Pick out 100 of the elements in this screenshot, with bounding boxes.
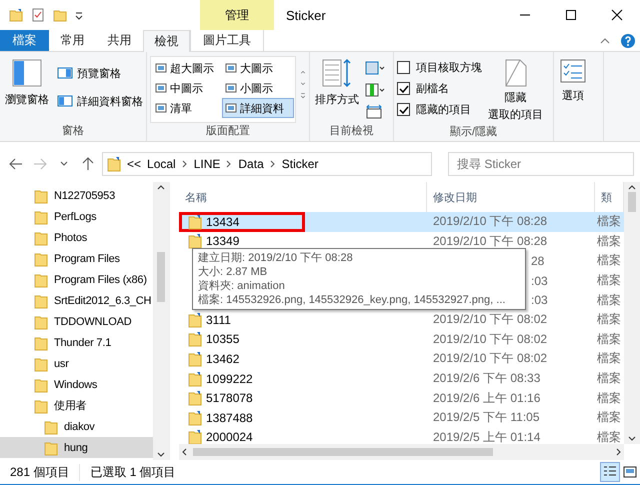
tooltip-line: 檔案: 145532926.png, 145532926_key.png, 145532927.png, ... [198, 293, 506, 307]
file-row[interactable]: 10355 2019/2/10 下午 08:02 檔案 [179, 330, 624, 350]
tree-item[interactable]: usr [0, 353, 153, 374]
tree-item[interactable]: SrtEdit2012_6.3_CH [0, 290, 153, 311]
tree-item[interactable]: diakov [0, 416, 153, 437]
layout-option[interactable]: 大圖示 [222, 58, 294, 78]
folder-icon [34, 272, 48, 288]
date-cell-text: 2019/2/10 下午 08:02 [433, 330, 548, 348]
breadcrumb[interactable]: Local [147, 157, 176, 171]
chevron-icon [226, 160, 232, 168]
details-pane-button[interactable]: 詳細資料窗格 [55, 92, 145, 110]
folder-icon [34, 292, 48, 308]
checkbox[interactable] [397, 61, 410, 74]
view-icon [225, 102, 237, 114]
type-cell-text: 檔案 [596, 232, 622, 250]
date-cell-text: 28 [531, 252, 546, 270]
breadcrumb[interactable]: Data [238, 157, 264, 171]
file-row[interactable]: 5178078 2019/2/6 上午 01:16 檔案 [179, 388, 624, 408]
properties-icon [30, 7, 46, 23]
sort-button[interactable]: 排序方式 [313, 56, 361, 123]
breadcrumb[interactable]: LINE [194, 157, 220, 171]
search-field[interactable]: 搜尋 Sticker [448, 152, 634, 176]
folder-icon [188, 233, 202, 250]
file-row[interactable]: 2000024 2019/2/5 上午 01:14 檔案 [179, 428, 624, 444]
type-cell-text: 檔案 [596, 330, 622, 348]
ribbon-tab[interactable]: 圖片工具 [190, 30, 264, 51]
tree-item[interactable]: 使用者 [0, 395, 153, 416]
file-row[interactable]: 13349 2019/2/10 下午 08:28 檔案 [179, 232, 624, 252]
type-cell-text: 檔案 [596, 428, 622, 444]
preview-pane-button[interactable]: 預覽窗格 [55, 64, 145, 82]
breadcrumb[interactable]: Sticker [282, 157, 318, 171]
details-view-button[interactable] [600, 462, 620, 482]
tree-item[interactable]: PerfLogs [0, 206, 153, 227]
view-icon [225, 62, 237, 74]
group-label: 窗格 [61, 124, 85, 139]
date-cell-text: 2019/2/6 上午 01:16 [433, 390, 542, 407]
date-cell-text: 2019/2/6 下午 08:33 [433, 370, 542, 388]
scrollbar-thumb[interactable] [628, 192, 636, 212]
overflow-chevron[interactable]: << [127, 157, 142, 171]
checkbox[interactable] [397, 103, 410, 116]
address-bar[interactable]: << Local LINE Data Sticker [102, 152, 432, 176]
ribbon-tab[interactable]: 常用 [49, 30, 96, 51]
scrollbar-thumb[interactable] [193, 448, 493, 456]
option-checkbox[interactable]: 副檔名 [397, 80, 482, 97]
folder-icon [44, 440, 58, 456]
layout-option[interactable]: 小圖示 [222, 78, 294, 98]
tree-item[interactable]: N122705953 [0, 185, 153, 206]
date-cell-text: 2019/2/10 下午 08:28 [433, 232, 548, 250]
file-row[interactable]: 1387488 2019/2/5 下午 11:05 檔案 [179, 408, 624, 428]
folder-icon [44, 418, 58, 434]
file-row[interactable]: 3111 2019/2/10 下午 08:02 檔案 [179, 310, 624, 330]
ribbon-tab[interactable]: 檢視 [143, 30, 190, 52]
tree-item[interactable]: hung [0, 437, 153, 458]
columns-icon [365, 82, 385, 98]
tree-item[interactable]: Program Files (x86) [0, 269, 153, 290]
folder-icon [188, 312, 202, 328]
folder-icon [34, 398, 48, 414]
page-icon [502, 58, 528, 88]
folder-icon [188, 214, 202, 230]
checkbox[interactable] [397, 82, 410, 95]
layout-option[interactable]: 清單 [152, 98, 222, 118]
tooltip-line: 建立日期: 2019/2/10 下午 08:28 [198, 251, 354, 265]
file-row[interactable]: 13462 2019/2/10 下午 08:02 檔案 [179, 349, 624, 369]
collapse-icon [600, 36, 610, 46]
file-row[interactable]: 13434 2019/2/10 下午 08:28 檔案 [179, 212, 624, 232]
navigation-pane-button[interactable]: 瀏覽窗格 [3, 56, 51, 123]
option-checkbox[interactable]: 項目核取方塊 [397, 59, 482, 76]
type-cell-text: 檔案 [596, 292, 622, 309]
context-tab-group: 管理 [200, 0, 274, 30]
layout-option[interactable]: 中圖示 [152, 78, 222, 98]
group-by-icon [365, 60, 385, 76]
file-name: 13434 [179, 212, 305, 232]
folder-icon [34, 314, 48, 330]
tooltip-line: 資料夾: animation [198, 279, 286, 293]
file-row[interactable]: 1099222 2019/2/6 下午 08:33 檔案 [179, 368, 624, 388]
options-button[interactable]: 選項 [557, 56, 589, 141]
tree-item[interactable]: Thunder 7.1 [0, 332, 153, 353]
scrollbar-thumb[interactable] [157, 252, 165, 302]
back-arrow-icon [9, 158, 23, 170]
file-name: 13462 [179, 349, 305, 369]
layout-option[interactable]: 超大圖示 [152, 58, 222, 78]
pane-icon [57, 93, 73, 109]
view-icon [155, 82, 167, 94]
ribbon-tab[interactable]: 檔案 [0, 30, 49, 51]
tree-item[interactable]: Photos [0, 227, 153, 248]
date-cell-text: 2019/2/10 下午 08:28 [433, 213, 548, 230]
tree-item[interactable]: Program Files [0, 248, 153, 269]
tree-item[interactable]: Windows [0, 374, 153, 395]
folder-icon [34, 376, 48, 392]
ribbon-tab[interactable]: 共用 [96, 30, 143, 51]
view-icon [155, 102, 167, 114]
date-cell-text: 2019/2/5 上午 01:14 [433, 428, 542, 444]
type-cell-text: 檔案 [596, 370, 622, 388]
hide-selected-button[interactable]: 隱藏 選取的項目 [486, 56, 545, 124]
tree-item[interactable]: TDDOWNLOAD [0, 311, 153, 332]
folder-icon [34, 356, 48, 372]
chevron-icon [270, 160, 276, 168]
layout-option[interactable]: 詳細資料 [222, 98, 294, 118]
type-cell-text: 檔案 [596, 409, 622, 426]
option-checkbox[interactable]: 隱藏的項目 [397, 101, 482, 118]
